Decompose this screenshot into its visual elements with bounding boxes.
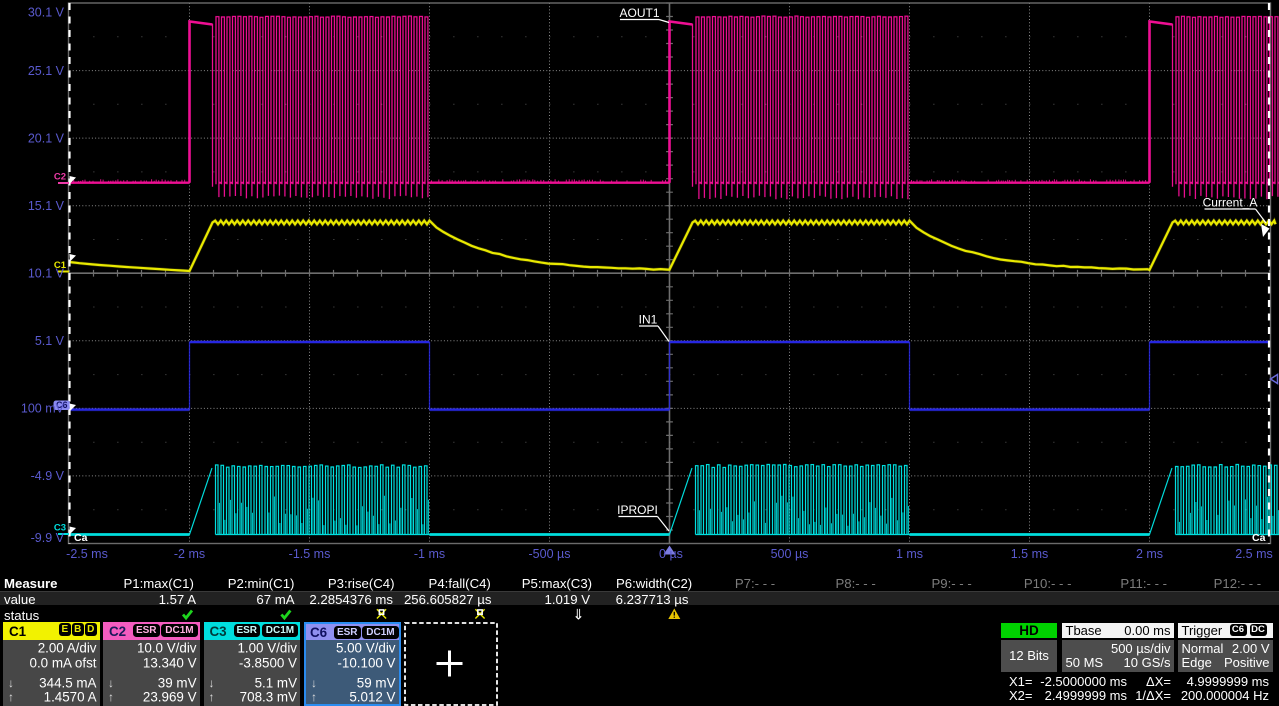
svg-text:25.1 V: 25.1 V [28,64,65,78]
svg-text:C2: C2 [54,172,66,183]
svg-text:IN1: IN1 [639,313,658,327]
svg-text:2 ms: 2 ms [1136,547,1163,561]
svg-text:30.1 V: 30.1 V [28,6,65,20]
svg-text:-1 ms: -1 ms [414,547,445,561]
svg-text:500 µs: 500 µs [771,547,809,561]
svg-text:1.5 ms: 1.5 ms [1011,547,1049,561]
svg-text:20.1 V: 20.1 V [28,131,65,145]
svg-text:-9.9 V: -9.9 V [31,531,65,545]
svg-text:Current_A: Current_A [1203,196,1258,210]
svg-text:-500 µs: -500 µs [529,547,571,561]
svg-text:-4.9 V: -4.9 V [31,469,65,483]
svg-text:15.1 V: 15.1 V [28,199,65,213]
svg-text:1 ms: 1 ms [896,547,923,561]
svg-text:2.5 ms: 2.5 ms [1235,547,1273,561]
svg-text:100 mV: 100 mV [21,402,65,416]
svg-text:Ca: Ca [74,532,88,544]
svg-text:IPROPI: IPROPI [617,503,658,517]
svg-text:5.1 V: 5.1 V [35,334,65,348]
svg-text:Ca: Ca [1252,532,1266,544]
svg-text:0 µs: 0 µs [659,547,683,561]
svg-text:-2.5 ms: -2.5 ms [66,547,108,561]
svg-text:-1.5 ms: -1.5 ms [289,547,331,561]
svg-text:-2 ms: -2 ms [174,547,205,561]
svg-text:⇓: ⇓ [572,608,584,624]
svg-text:AOUT1: AOUT1 [619,6,659,20]
svg-text:10.1 V: 10.1 V [28,267,65,281]
